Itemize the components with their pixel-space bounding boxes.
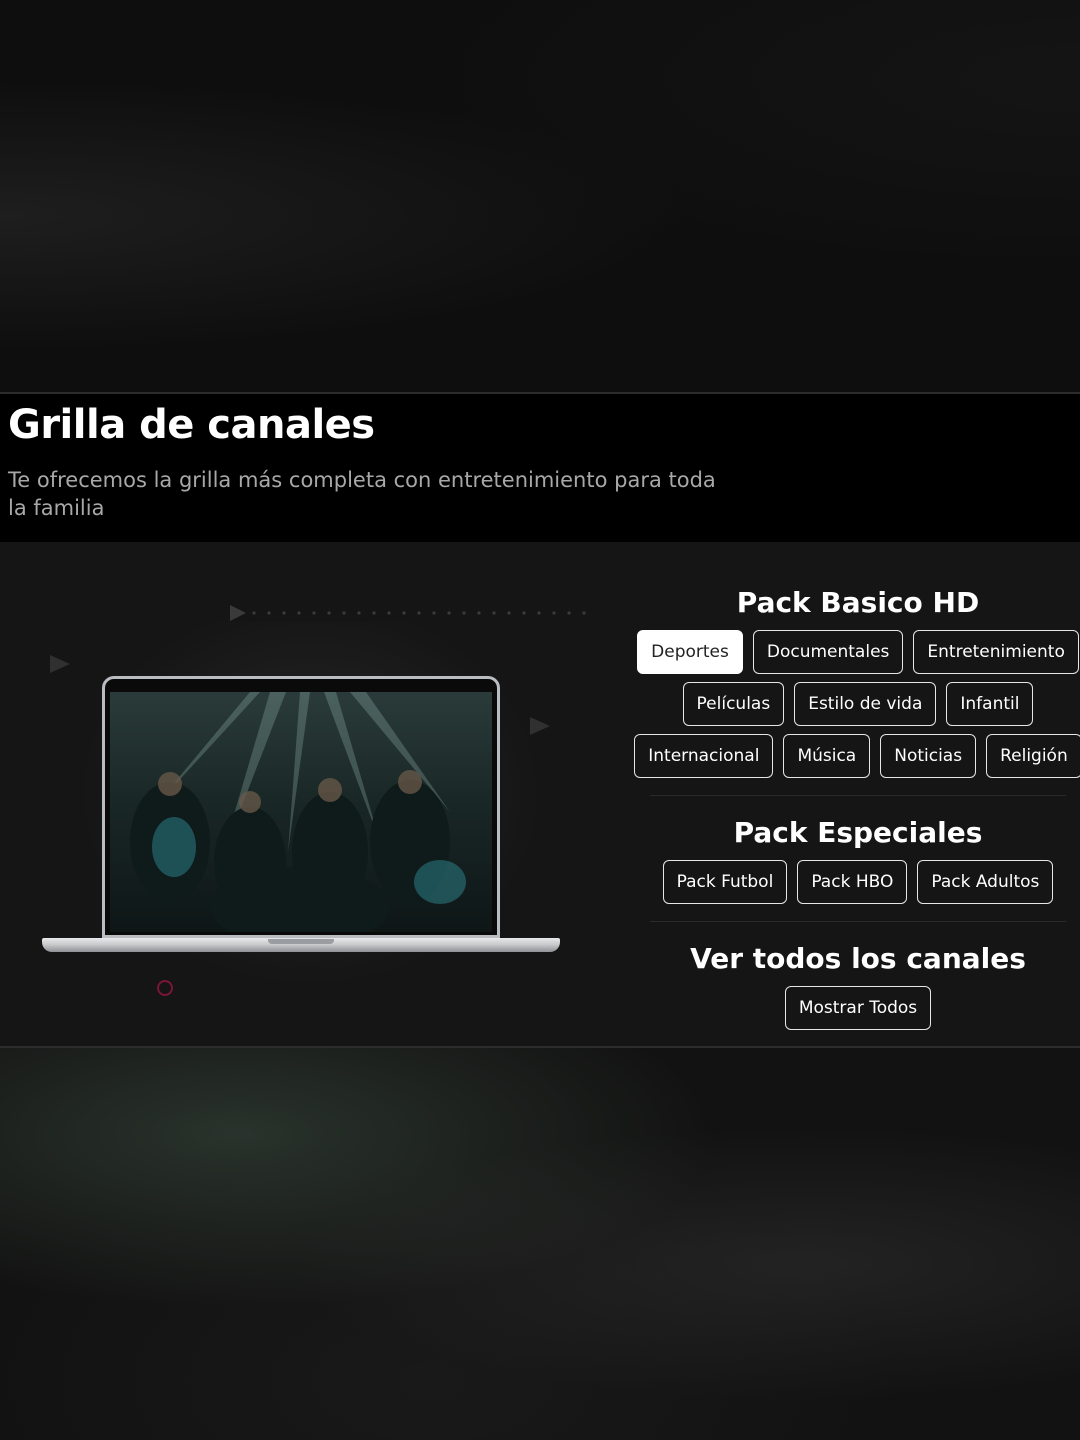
dot bbox=[267, 611, 271, 615]
chip-estilo-de-vida[interactable]: Estilo de vida bbox=[794, 682, 937, 726]
pack-special-row: Pack Futbol Pack HBO Pack Adultos bbox=[636, 860, 1080, 904]
hero-background-top bbox=[0, 0, 1080, 392]
pack-basic-row-2: Películas Estilo de vida Infantil bbox=[636, 682, 1080, 726]
dot bbox=[582, 611, 586, 615]
hero-background-bottom bbox=[0, 1048, 1080, 1440]
dot bbox=[342, 611, 346, 615]
dot bbox=[507, 611, 511, 615]
dotted-line bbox=[252, 611, 586, 615]
dot bbox=[297, 611, 301, 615]
chip-documentales[interactable]: Documentales bbox=[752, 630, 904, 674]
dot bbox=[417, 611, 421, 615]
dot bbox=[447, 611, 451, 615]
pack-basic-row-1: Deportes Documentales Entretenimiento bbox=[636, 630, 1080, 674]
laptop-notch bbox=[268, 939, 334, 944]
channel-grid-section: Pack Basico HD Deportes Documentales Ent… bbox=[0, 542, 1080, 1046]
chip-entretenimiento[interactable]: Entretenimiento bbox=[913, 630, 1079, 674]
all-channels-title: Ver todos los canales bbox=[690, 942, 1026, 975]
dot bbox=[402, 611, 406, 615]
chip-deportes[interactable]: Deportes bbox=[637, 630, 743, 674]
play-arrow-icon bbox=[530, 717, 550, 735]
dot bbox=[567, 611, 571, 615]
pack-basic-title: Pack Basico HD bbox=[736, 586, 980, 619]
dot bbox=[387, 611, 391, 615]
page-subtitle: Te ofrecemos la grilla más completa con … bbox=[8, 468, 716, 520]
dot bbox=[372, 611, 376, 615]
dot bbox=[552, 611, 556, 615]
laptop-illustration bbox=[0, 542, 640, 1046]
dot bbox=[462, 611, 466, 615]
dot bbox=[432, 611, 436, 615]
ring-icon bbox=[157, 980, 173, 996]
channel-grid-header: Grilla de canales Te ofrecemos la grilla… bbox=[0, 394, 1080, 542]
dot bbox=[492, 611, 496, 615]
pack-basic-row-3: Internacional Música Noticias Religión bbox=[634, 734, 1080, 778]
chip-noticias[interactable]: Noticias bbox=[880, 734, 977, 778]
laptop-screen-video bbox=[110, 692, 492, 932]
dot bbox=[327, 611, 331, 615]
all-channels-row: Mostrar Todos bbox=[636, 986, 1080, 1030]
packs-panel: Pack Basico HD Deportes Documentales Ent… bbox=[634, 542, 1080, 1046]
chip-religion[interactable]: Religión bbox=[986, 734, 1080, 778]
chip-musica[interactable]: Música bbox=[783, 734, 871, 778]
dot bbox=[252, 611, 256, 615]
chip-infantil[interactable]: Infantil bbox=[946, 682, 1034, 726]
chip-peliculas[interactable]: Películas bbox=[682, 682, 785, 726]
pack-special-title: Pack Especiales bbox=[733, 816, 983, 849]
dot bbox=[312, 611, 316, 615]
chip-internacional[interactable]: Internacional bbox=[634, 734, 774, 778]
chip-pack-futbol[interactable]: Pack Futbol bbox=[662, 860, 788, 904]
dot bbox=[522, 611, 526, 615]
dot bbox=[537, 611, 541, 615]
play-arrow-icon bbox=[50, 655, 70, 673]
pack-divider bbox=[650, 921, 1066, 922]
page-title: Grilla de canales bbox=[8, 402, 375, 448]
dot bbox=[357, 611, 361, 615]
chip-pack-hbo[interactable]: Pack HBO bbox=[797, 860, 908, 904]
show-all-button[interactable]: Mostrar Todos bbox=[784, 986, 932, 1030]
dot bbox=[477, 611, 481, 615]
chip-pack-adultos[interactable]: Pack Adultos bbox=[917, 860, 1054, 904]
pack-divider bbox=[650, 795, 1066, 796]
dot bbox=[282, 611, 286, 615]
play-arrow-icon bbox=[230, 605, 246, 621]
